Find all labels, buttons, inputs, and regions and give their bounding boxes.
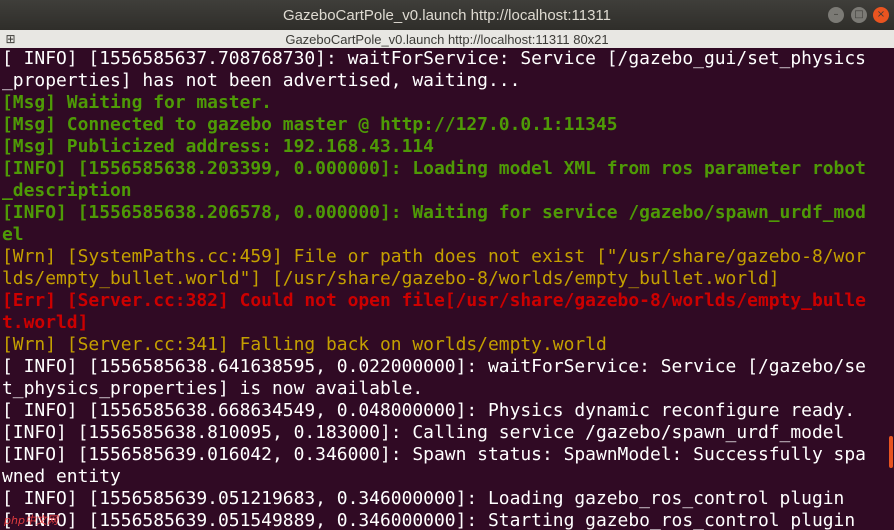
- close-button[interactable]: ×: [873, 7, 889, 23]
- terminal-line: [Wrn] [SystemPaths.cc:459] File or path …: [2, 246, 866, 267]
- terminal-line: lds/empty_bullet.world"] [/usr/share/gaz…: [2, 268, 780, 289]
- terminal-subtitle: GazeboCartPole_v0.launch http://localhos…: [285, 31, 609, 47]
- terminal-window: GazeboCartPole_v0.launch http://localhos…: [0, 0, 894, 530]
- terminal-line: [ INFO] [1556585639.051219683, 0.3460000…: [2, 488, 845, 509]
- scrollbar-thumb[interactable]: [889, 436, 893, 468]
- terminal-line: [ INFO] [1556585639.051549889, 0.3460000…: [2, 510, 856, 530]
- terminal-line: _properties] has not been advertised, wa…: [2, 70, 521, 91]
- terminal-line: _description: [2, 180, 132, 201]
- terminal-line: [ INFO] [1556585638.668634549, 0.0480000…: [2, 400, 856, 421]
- terminal-menu-icon[interactable]: ⊞: [4, 32, 17, 46]
- minimize-button[interactable]: –: [828, 7, 844, 23]
- terminal-line: [INFO] [1556585638.206578, 0.000000]: Wa…: [2, 202, 866, 223]
- terminal-line: t_physics_properties] is now available.: [2, 378, 424, 399]
- terminal-line: [Msg] Publicized address: 192.168.43.114: [2, 136, 434, 157]
- maximize-button[interactable]: □: [851, 7, 867, 23]
- terminal-output[interactable]: [ INFO] [1556585637.708768730]: waitForS…: [0, 48, 890, 530]
- window-title: GazeboCartPole_v0.launch http://localhos…: [283, 6, 611, 24]
- terminal-line: [Msg] Connected to gazebo master @ http:…: [2, 114, 618, 135]
- scrollbar[interactable]: [888, 48, 894, 530]
- title-bar[interactable]: GazeboCartPole_v0.launch http://localhos…: [0, 0, 894, 30]
- terminal-subtitle-bar: ⊞ GazeboCartPole_v0.launch http://localh…: [0, 30, 894, 49]
- terminal-line: [ INFO] [1556585637.708768730]: waitForS…: [2, 48, 866, 69]
- terminal-line: el: [2, 224, 24, 245]
- terminal-line: [Wrn] [Server.cc:341] Falling back on wo…: [2, 334, 607, 355]
- terminal-line: [Msg] Waiting for master.: [2, 92, 272, 113]
- terminal-line: [INFO] [1556585639.016042, 0.346000]: Sp…: [2, 444, 866, 465]
- terminal-line: [ INFO] [1556585638.641638595, 0.0220000…: [2, 356, 866, 377]
- watermark-logo: php中文网: [4, 514, 58, 527]
- terminal-line: [INFO] [1556585638.203399, 0.000000]: Lo…: [2, 158, 866, 179]
- terminal-line: t.world]: [2, 312, 89, 333]
- terminal-line: [Err] [Server.cc:382] Could not open fil…: [2, 290, 866, 311]
- terminal-line: [INFO] [1556585638.810095, 0.183000]: Ca…: [2, 422, 845, 443]
- terminal-line: wned entity: [2, 466, 121, 487]
